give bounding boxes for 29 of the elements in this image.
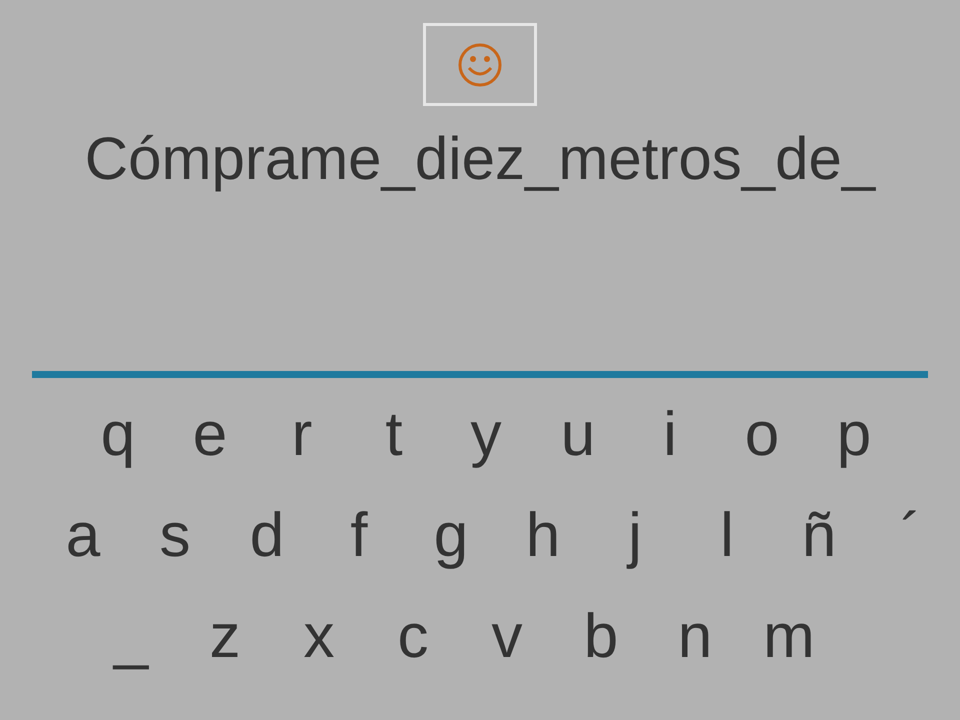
letter-key[interactable]: h	[497, 501, 589, 571]
letter-key[interactable]: z	[178, 602, 272, 672]
letter-key[interactable]: _	[84, 602, 178, 672]
letter-key[interactable]: a	[37, 501, 129, 571]
smiley-icon	[457, 42, 503, 88]
letter-key[interactable]: e	[164, 400, 256, 470]
letter-key[interactable]: o	[716, 400, 808, 470]
letter-key[interactable]: q	[72, 400, 164, 470]
letter-key[interactable]: d	[221, 501, 313, 571]
letter-key[interactable]: g	[405, 501, 497, 571]
letter-key[interactable]: t	[348, 400, 440, 470]
letter-key[interactable]: ´	[865, 501, 957, 571]
letter-key[interactable]: s	[129, 501, 221, 571]
letter-key[interactable]: n	[648, 602, 742, 672]
letter-key[interactable]: f	[313, 501, 405, 571]
letter-key[interactable]: j	[589, 501, 681, 571]
letter-key[interactable]: p	[808, 400, 900, 470]
letter-key[interactable]: x	[272, 602, 366, 672]
letter-key[interactable]: i	[624, 400, 716, 470]
letter-key[interactable]: b	[554, 602, 648, 672]
letter-key[interactable]: r	[256, 400, 348, 470]
sentence-text: Cómprame_diez_metros_de_	[84, 124, 876, 194]
letter-key[interactable]: v	[460, 602, 554, 672]
letter-key[interactable]: c	[366, 602, 460, 672]
letter-key[interactable]: y	[440, 400, 532, 470]
letter-key[interactable]: m	[742, 602, 836, 672]
letter-key[interactable]: u	[532, 400, 624, 470]
letter-key[interactable]: ñ	[773, 501, 865, 571]
letter-key[interactable]: l	[681, 501, 773, 571]
